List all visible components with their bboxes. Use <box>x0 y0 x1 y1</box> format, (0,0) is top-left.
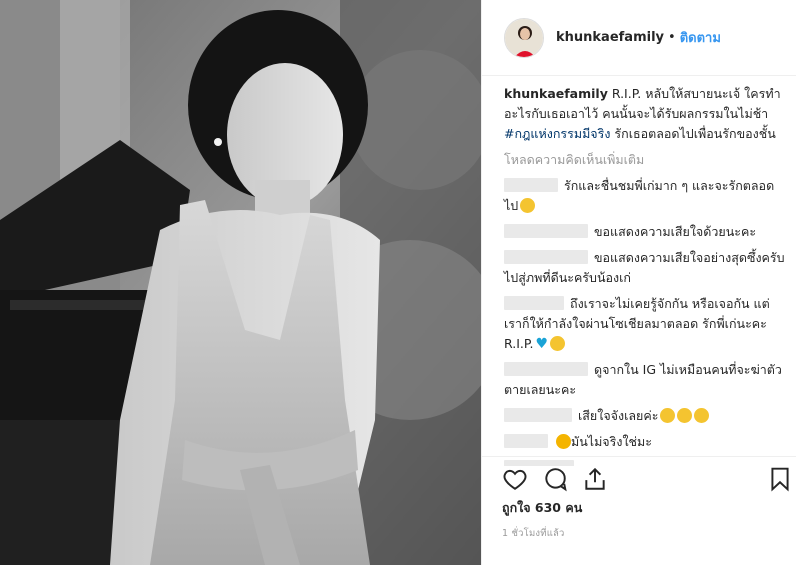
comment-item: มันไม่จริงใช่มะ <box>504 432 786 452</box>
comments-section: khunkaefamily R.I.P. หลับให้สบายนะเจ้ ใค… <box>504 84 786 466</box>
action-bar <box>482 456 796 501</box>
comment-item: ขอแสดงความเสียใจอย่างสุดซึ้งครับ ไปสู่ภพ… <box>504 248 786 288</box>
crying-face-icon <box>677 408 693 423</box>
comment-item: ถึงเราจะไม่เคยรู้จักกัน หรือเจอกัน แต่เร… <box>504 294 786 354</box>
blurred-username[interactable] <box>504 408 572 422</box>
crying-face-icon <box>520 198 536 213</box>
instagram-post: khunkaefamily • ติดตาม khunkaefamily R.I… <box>0 0 796 565</box>
blurred-username[interactable] <box>504 296 564 310</box>
comment-item: ขอแสดงความเสียใจด้วยนะคะ <box>504 222 786 242</box>
sad-face-icon <box>556 434 571 449</box>
blurred-username[interactable] <box>504 362 588 376</box>
hashtag-link[interactable]: #กฎแห่งกรรมมีจริง <box>504 126 610 141</box>
comment-text: ขอแสดงความเสียใจด้วยนะคะ <box>594 224 757 239</box>
blurred-username[interactable] <box>504 250 588 264</box>
follow-button[interactable]: ติดตาม <box>680 27 721 48</box>
comment-text: เสียใจจังเลยค่ะ <box>578 408 659 423</box>
crying-face-icon <box>660 408 676 423</box>
blurred-username[interactable] <box>504 224 588 238</box>
comment-bubble-icon[interactable] <box>542 466 568 492</box>
comment-item: รักและชื่นชมพี่เก่มาก ๆ และจะรักตลอดไป <box>504 176 786 216</box>
bookmark-icon[interactable] <box>767 466 793 492</box>
post-timestamp[interactable]: 1 ชั่วโมงที่แล้ว <box>502 526 565 541</box>
header-username[interactable]: khunkaefamily <box>556 30 664 45</box>
blue-heart-icon: ♥ <box>535 336 548 352</box>
caption-username[interactable]: khunkaefamily <box>504 86 608 101</box>
blurred-username[interactable] <box>504 178 558 192</box>
comment-item: เสียใจจังเลยค่ะ <box>504 406 786 426</box>
crying-face-icon <box>694 408 710 423</box>
blurred-username[interactable] <box>504 434 548 448</box>
share-icon[interactable] <box>582 466 608 492</box>
load-more-comments-link[interactable]: โหลดความคิดเห็นเพิ่มเติม <box>504 150 786 170</box>
crying-face-icon <box>550 336 565 351</box>
comment-text: มันไม่จริงใช่มะ <box>571 434 652 449</box>
post-photo[interactable] <box>0 0 481 565</box>
post-header: khunkaefamily • ติดตาม <box>482 0 796 76</box>
like-heart-icon[interactable] <box>502 466 528 492</box>
likes-count[interactable]: ถูกใจ 630 คน <box>502 498 582 518</box>
comment-item: ดูจากใน IG ไม่เหมือนคนที่จะฆ่าตัวตายเลยน… <box>504 360 786 400</box>
separator-dot: • <box>668 30 676 45</box>
post-caption: khunkaefamily R.I.P. หลับให้สบายนะเจ้ ใค… <box>504 84 786 144</box>
post-sidebar: khunkaefamily • ติดตาม khunkaefamily R.I… <box>481 0 796 565</box>
avatar[interactable] <box>504 17 544 58</box>
caption-text-end: รักเธอตลอดไปเพื่อนรักของชั้น <box>610 126 776 141</box>
